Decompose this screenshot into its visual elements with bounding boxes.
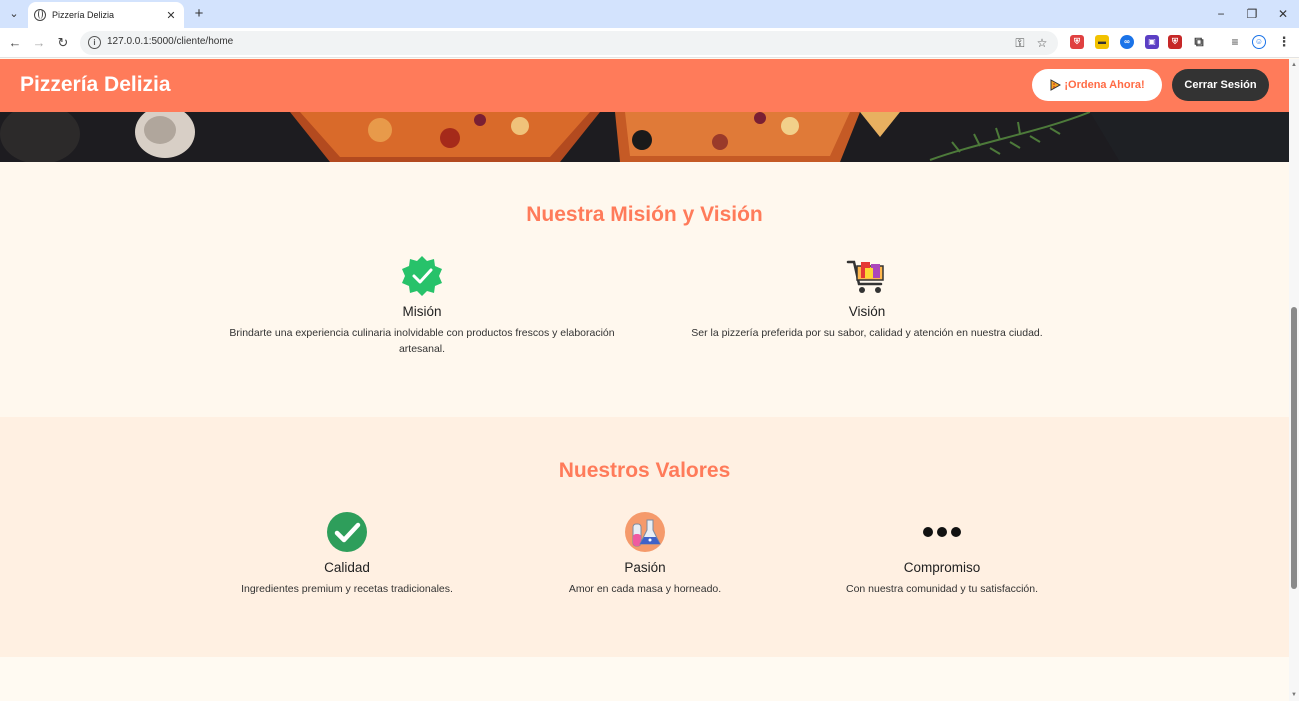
- vision-text: Ser la pizzería preferida por su sabor, …: [691, 327, 1043, 339]
- shield-extension-icon[interactable]: ⛨: [1070, 35, 1084, 49]
- quality-card: Calidad Ingredientes premium y recetas t…: [207, 510, 487, 597]
- mission-text: Brindarte una experiencia culinaria inol…: [229, 327, 615, 355]
- commitment-text: Con nuestra comunidad y tu satisfacción.: [845, 583, 1039, 595]
- browser-menu-icon[interactable]: ⋮: [1277, 35, 1291, 49]
- mission-vision-section: Nuestra Misión y Visión Misión Brindarte…: [0, 162, 1289, 417]
- hero-pizza-photo: [0, 112, 1289, 162]
- forward-icon[interactable]: →: [30, 34, 48, 52]
- hero-pizza-image: [0, 112, 1289, 162]
- mission-card: Misión Brindarte una experiencia culinar…: [212, 254, 632, 357]
- blue-extension-icon[interactable]: ∞: [1120, 35, 1134, 49]
- next-section: [0, 657, 1289, 701]
- password-key-icon[interactable]: ⚿: [1012, 35, 1028, 51]
- order-now-label: ¡Ordena Ahora!: [1064, 79, 1145, 91]
- extensions-puzzle-icon[interactable]: ⧉: [1192, 35, 1206, 49]
- brand-logo-text[interactable]: Pizzería Delizia: [20, 73, 171, 97]
- shopping-cart-icon: [846, 260, 884, 293]
- browser-toolbar: ← → ↻ i 127.0.0.1:5000/cliente/home ⚿ ☆ …: [0, 28, 1299, 58]
- values-title: Nuestros Valores: [558, 459, 731, 482]
- minimize-icon[interactable]: −: [1206, 4, 1236, 24]
- address-bar[interactable]: i 127.0.0.1:5000/cliente/home ⚿ ☆: [80, 31, 1058, 55]
- site-header: Pizzería Delizia ¡Ordena Ahora! Cerrar S…: [0, 59, 1289, 112]
- mission-title: Misión: [402, 304, 442, 319]
- passion-title: Pasión: [624, 560, 666, 575]
- commitment-title: Compromiso: [903, 560, 981, 575]
- order-now-button[interactable]: ¡Ordena Ahora!: [1032, 69, 1162, 101]
- vision-title: Visión: [848, 304, 886, 319]
- commitment-card: Compromiso Con nuestra comunidad y tu sa…: [812, 510, 1072, 597]
- calendar-extension-icon[interactable]: ▣: [1145, 35, 1159, 49]
- restore-icon[interactable]: ❐: [1237, 4, 1267, 24]
- logout-button[interactable]: Cerrar Sesión: [1172, 69, 1269, 101]
- page-scrollbar[interactable]: ▲ ▼: [1289, 59, 1299, 701]
- browser-tab-bar: ⌄ Pizzería Delizia ✕ + − ❐ ✕: [0, 0, 1299, 28]
- quality-title: Calidad: [324, 560, 370, 575]
- dots-icon: [923, 527, 961, 537]
- scrollbar-thumb[interactable]: [1291, 307, 1297, 589]
- bookmark-star-icon[interactable]: ☆: [1034, 35, 1050, 51]
- scroll-up-arrow-icon[interactable]: ▲: [1290, 61, 1298, 69]
- quality-text: Ingredientes premium y recetas tradicion…: [241, 583, 453, 595]
- tab-search-chevron-icon[interactable]: ⌄: [4, 4, 24, 24]
- close-tab-icon[interactable]: ✕: [164, 9, 178, 22]
- back-icon[interactable]: ←: [6, 34, 24, 52]
- new-tab-icon[interactable]: +: [190, 4, 208, 24]
- verified-badge-icon: [402, 256, 442, 296]
- reload-icon[interactable]: ↻: [54, 34, 72, 52]
- browser-tab[interactable]: Pizzería Delizia ✕: [28, 2, 184, 28]
- tab-title: Pizzería Delizia: [52, 10, 115, 20]
- yellow-extension-icon[interactable]: ▬: [1095, 35, 1109, 49]
- passion-card: Pasión Amor en cada masa y horneado.: [525, 510, 765, 597]
- scroll-down-arrow-icon[interactable]: ▼: [1290, 691, 1298, 699]
- passion-text: Amor en cada masa y horneado.: [568, 583, 722, 595]
- mission-vision-title: Nuestra Misión y Visión: [526, 203, 763, 226]
- lab-flask-icon: [625, 512, 665, 552]
- media-queue-icon[interactable]: ≡: [1228, 35, 1242, 49]
- window-close-icon[interactable]: ✕: [1268, 4, 1298, 24]
- url-text[interactable]: 127.0.0.1:5000/cliente/home: [107, 36, 233, 47]
- values-section: Nuestros Valores Calidad Ingredientes pr…: [0, 417, 1289, 657]
- profile-avatar-icon[interactable]: ☺: [1252, 35, 1266, 49]
- red-shield-extension-icon[interactable]: ⛨: [1168, 35, 1182, 49]
- site-info-icon[interactable]: i: [88, 36, 101, 49]
- globe-icon: [34, 9, 46, 21]
- vision-card: Visión Ser la pizzería preferida por su …: [662, 254, 1072, 341]
- pizza-slice-icon: [1050, 79, 1062, 91]
- check-circle-icon: [327, 512, 367, 552]
